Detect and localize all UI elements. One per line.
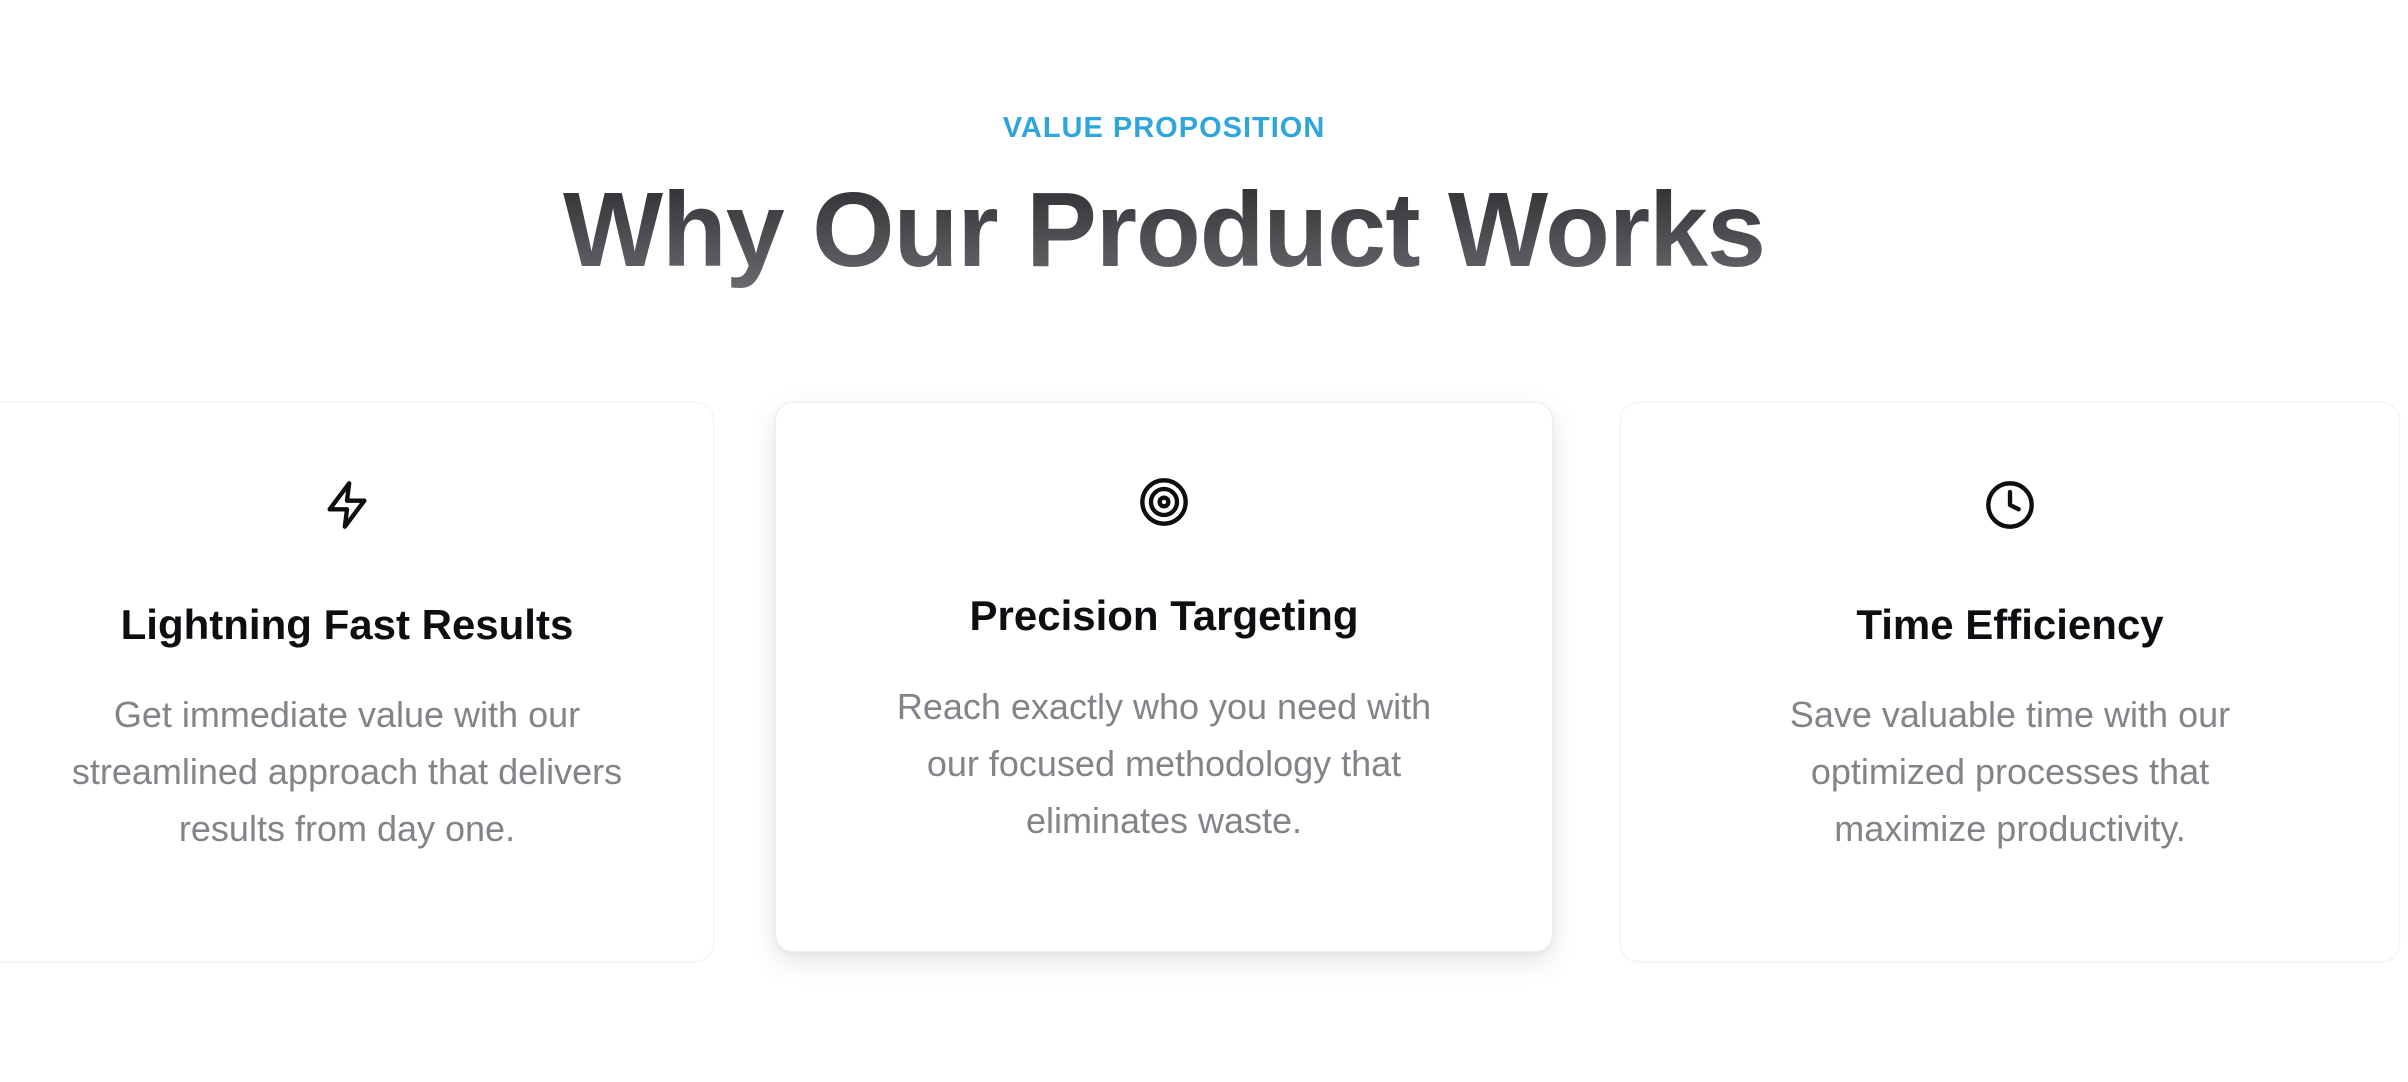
feature-card-title: Lightning Fast Results xyxy=(120,601,574,648)
section-title: Why Our Product Works xyxy=(0,170,2328,290)
feature-card-precision-targeting: Precision Targeting Reach exactly who yo… xyxy=(775,402,1553,952)
value-proposition-section: VALUE PROPOSITION Why Our Product Works … xyxy=(0,0,2408,1082)
target-icon xyxy=(1138,476,1190,528)
feature-card-title: Time Efficiency xyxy=(1856,601,2164,648)
feature-card-title: Precision Targeting xyxy=(969,592,1359,639)
feature-card-description: Reach exactly who you need with our focu… xyxy=(896,686,1432,841)
section-eyebrow: VALUE PROPOSITION xyxy=(1002,112,1326,144)
feature-card-description: Get immediate value with our streamlined… xyxy=(71,694,623,849)
feature-card-lightning-fast-results: Lightning Fast Results Get immediate val… xyxy=(0,402,714,962)
feature-card-description: Save valuable time with our optimized pr… xyxy=(1789,694,2231,849)
feature-card-time-efficiency: Time Efficiency Save valuable time with … xyxy=(1620,402,2400,962)
clock-icon xyxy=(1984,479,2036,531)
lightning-bolt-icon xyxy=(321,479,373,531)
